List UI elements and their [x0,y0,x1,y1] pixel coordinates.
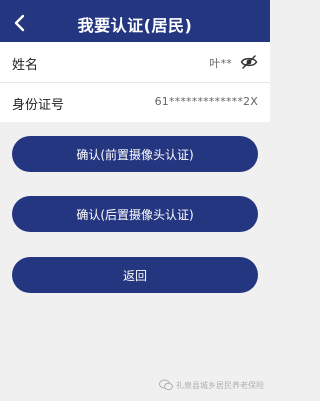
eye-slash-icon[interactable] [240,54,258,70]
back-button[interactable]: 返回 [12,257,258,293]
id-number-value: 61*************2X [154,95,258,108]
id-number-label: 身份证号 [12,98,65,113]
page-title: 我要认证(居民) [77,16,193,35]
watermark: 礼泉县城乡居民养老保险 [159,379,264,391]
wechat-icon [159,379,173,391]
name-label: 姓名 [12,58,39,73]
rear-camera-confirm-button[interactable]: 确认(后置摄像头认证) [12,196,258,232]
watermark-text: 礼泉县城乡居民养老保险 [176,380,264,390]
identity-info-card: 姓名 叶** 身份证号 61*************2X [0,42,270,122]
name-row: 姓名 叶** [0,42,270,82]
name-value: 叶** [209,57,232,70]
front-camera-confirm-button[interactable]: 确认(前置摄像头认证) [12,136,258,172]
app-header: 我要认证(居民) [0,0,270,46]
id-number-row: 身份证号 61*************2X [0,82,270,122]
